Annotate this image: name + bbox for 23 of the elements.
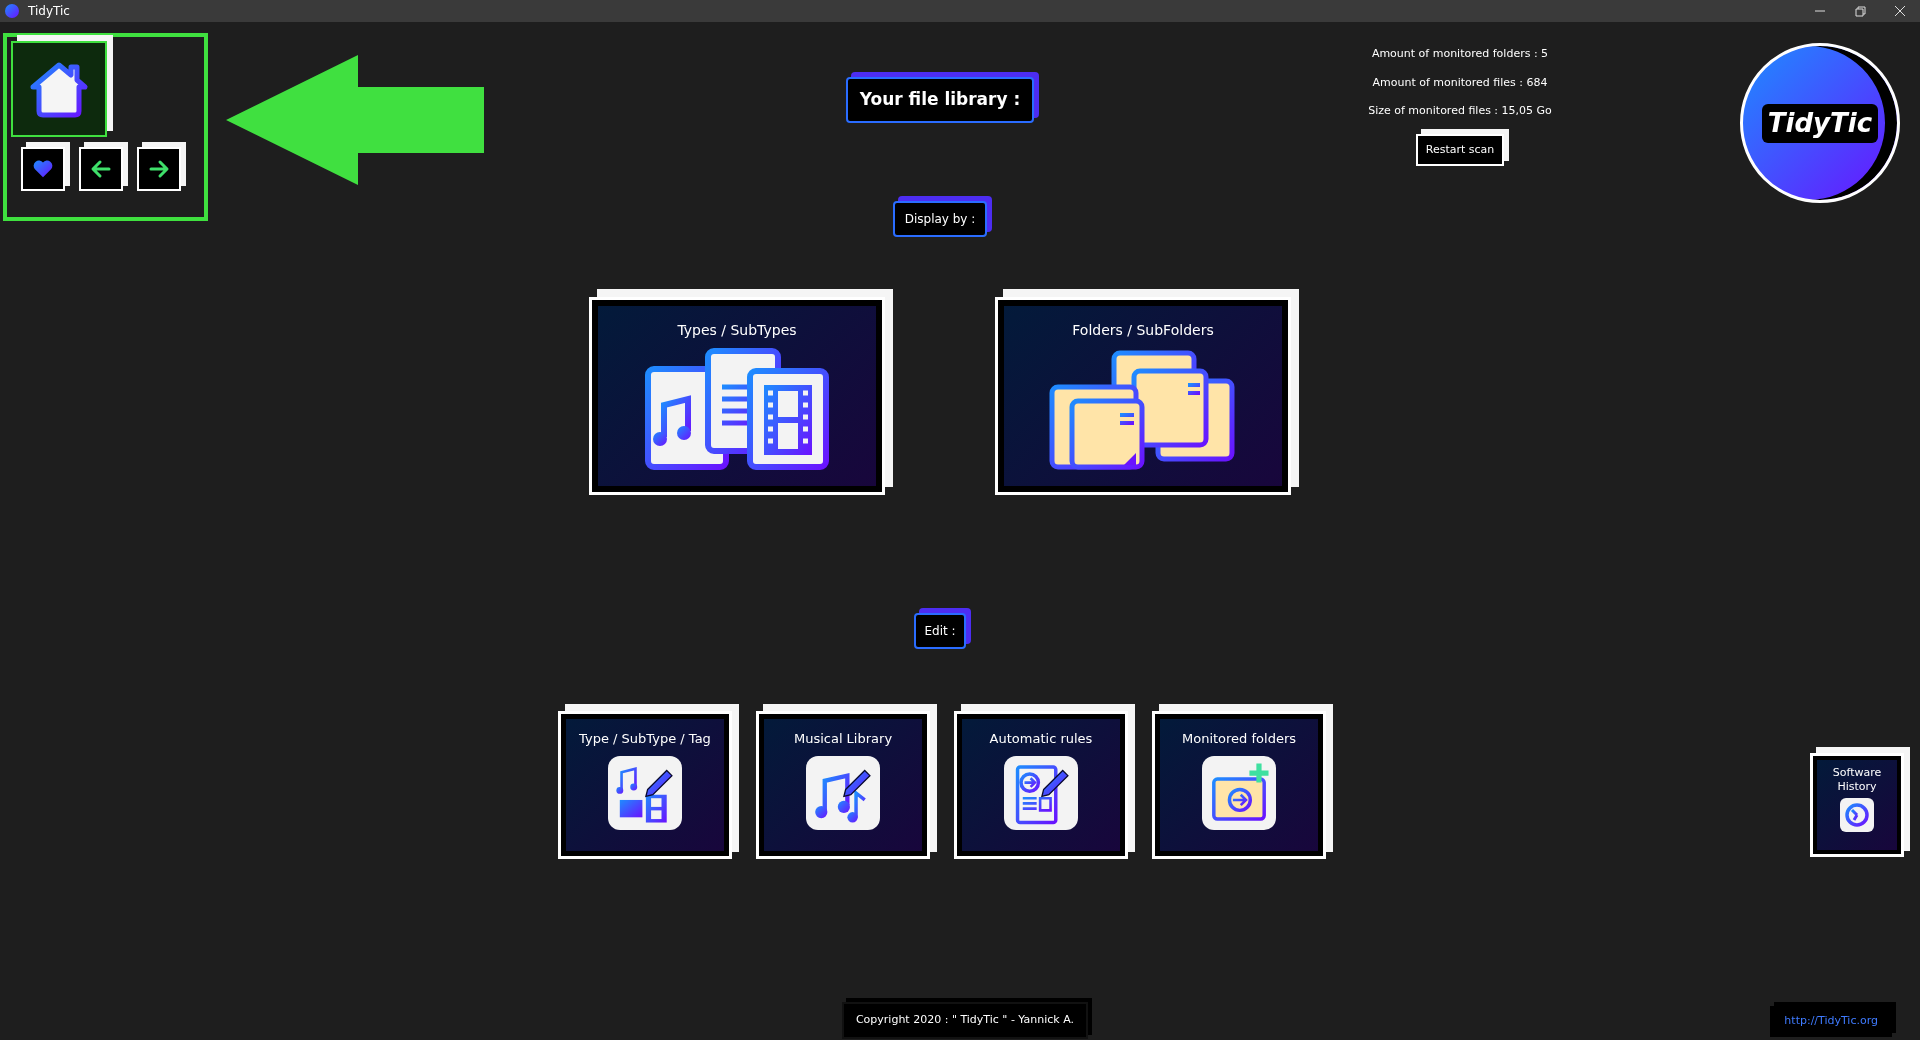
stat-text: Amount of monitored folders : 5 [1371, 46, 1549, 62]
card-label: Type / SubType / Tag [579, 729, 711, 748]
window-title: TidyTic [28, 3, 70, 20]
stat-text: Size of monitored files : 15,05 Go [1368, 103, 1552, 119]
music-film-pencil-icon [608, 756, 682, 830]
music-pencil-icon [806, 756, 880, 830]
pointing-arrow-icon [226, 55, 484, 185]
folder-plus-icon [1202, 756, 1276, 830]
card-label: Monitored folders [1182, 729, 1296, 748]
close-icon[interactable] [1894, 5, 1906, 17]
logo-text: TidyTic [1761, 103, 1879, 143]
stat-text: Amount of monitored files : 684 [1372, 74, 1548, 91]
card-label: Automatic rules [989, 729, 1093, 748]
restore-icon[interactable] [1854, 5, 1866, 17]
app-icon [4, 3, 20, 19]
card-label: Types / SubTypes [677, 320, 797, 340]
documents-icon [642, 346, 832, 472]
document-pencil-icon [1004, 756, 1078, 830]
clock-icon [1840, 798, 1874, 832]
card-label: Folders / SubFolders [1072, 320, 1214, 340]
heart-icon [32, 158, 54, 180]
card-label: Software History [1831, 766, 1883, 794]
card-label: Musical Library [793, 729, 893, 748]
